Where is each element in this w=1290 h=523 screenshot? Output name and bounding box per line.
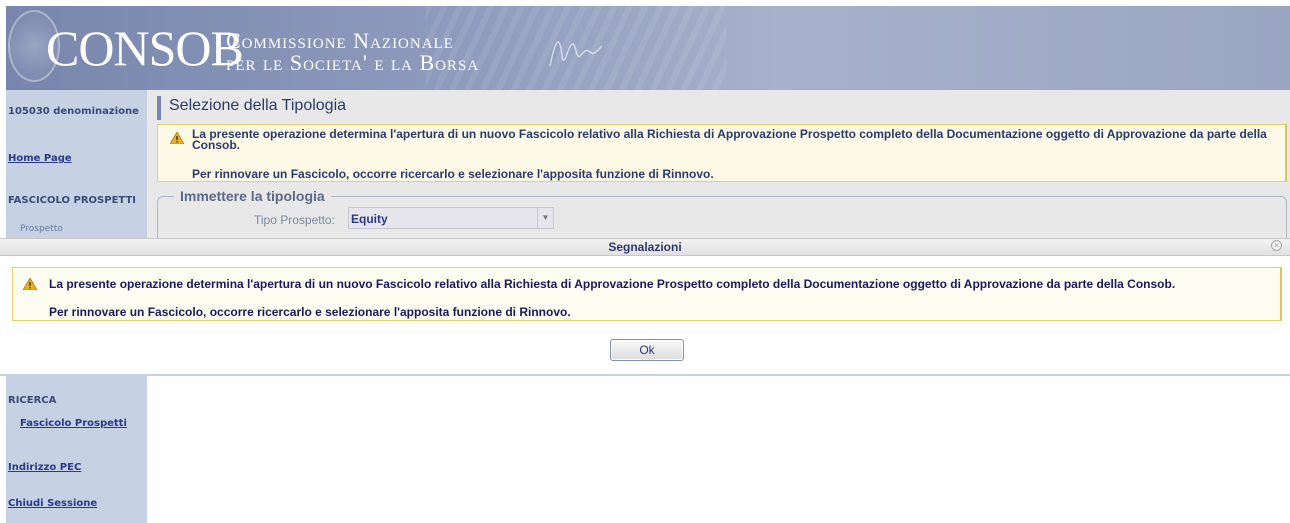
- header-banner: CONSOB Commissione Nazionale per le Soci…: [6, 6, 1290, 90]
- tipo-prospetto-select[interactable]: Equity ▼: [348, 207, 554, 229]
- main-panel: Selezione della Tipologia La presente op…: [147, 90, 1290, 240]
- dialog-message-line2: Per rinnovare un Fascicolo, occorre rice…: [49, 305, 571, 319]
- warning-icon: [23, 278, 37, 290]
- chevron-down-icon[interactable]: ▼: [537, 208, 553, 228]
- sidebar-section-ricerca: RICERCA: [8, 395, 57, 406]
- signature-icon: [549, 41, 603, 67]
- consob-logo: CONSOB: [46, 20, 244, 76]
- banner-tagline: Commissione Nazionale per le Societa' e …: [226, 30, 479, 74]
- user-label: 105030 denominazione: [8, 106, 139, 117]
- ok-button[interactable]: Ok: [610, 339, 684, 361]
- segnalazioni-dialog: Segnalazioni × La presente operazione de…: [0, 238, 1290, 376]
- tipo-prospetto-label: Tipo Prospetto:: [254, 213, 335, 227]
- warning-icon: [170, 132, 184, 144]
- tagline-line2: per le Societa' e la Borsa: [226, 50, 480, 75]
- sidebar-item-prospetto[interactable]: Prospetto: [20, 224, 63, 234]
- tipologia-fieldset: Immettere la tipologia Tipo Prospetto: E…: [157, 188, 1287, 240]
- dialog-message-box: La presente operazione determina l'apert…: [12, 267, 1282, 321]
- tipo-prospetto-value: Equity: [351, 212, 388, 226]
- close-icon[interactable]: ×: [1271, 240, 1282, 251]
- sidebar-link-indirizzo-pec[interactable]: Indirizzo PEC: [8, 462, 81, 473]
- dialog-header: Segnalazioni: [0, 238, 1290, 256]
- dialog-message-line1: La presente operazione determina l'apert…: [49, 277, 1176, 291]
- page-title: Selezione della Tipologia: [157, 96, 346, 120]
- sidebar-item-fascicolo-prospetti[interactable]: Fascicolo Prospetti: [20, 418, 127, 429]
- sidebar-link-chiudi-sessione[interactable]: Chiudi Sessione: [8, 498, 97, 509]
- sidebar-section-fascicolo: FASCICOLO PROSPETTI: [8, 195, 137, 206]
- warning-text-line1: La presente operazione determina l'apert…: [192, 127, 1267, 152]
- dialog-title: Segnalazioni: [608, 240, 682, 254]
- warning-text-line2: Per rinnovare un Fascicolo, occorre rice…: [192, 167, 714, 181]
- sidebar-link-home[interactable]: Home Page: [8, 153, 72, 164]
- tagline-line1: Commissione Nazionale: [226, 28, 454, 53]
- fieldset-legend: Immettere la tipologia: [174, 188, 331, 204]
- warning-box: La presente operazione determina l'apert…: [157, 124, 1287, 182]
